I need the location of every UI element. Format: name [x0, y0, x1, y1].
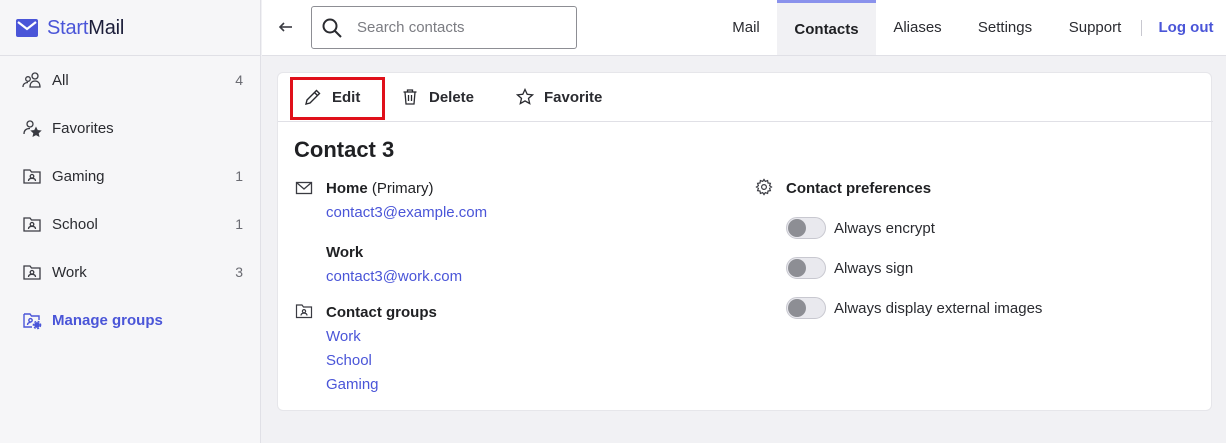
tab-label: Mail — [732, 19, 760, 36]
tab-contacts[interactable]: Contacts — [777, 0, 876, 55]
delete-label: Delete — [429, 88, 475, 106]
pref-always-display-external-images[interactable]: Always display external images — [786, 297, 1042, 319]
sidebar-item-count: 1 — [235, 168, 243, 184]
tab-settings[interactable]: Settings — [965, 0, 1045, 55]
sidebar-item-favorites[interactable]: Favorites — [0, 104, 261, 152]
email-link-home[interactable]: contact3@example.com — [326, 204, 487, 221]
envelope-logo-icon — [16, 19, 38, 37]
manage-groups-label: Manage groups — [52, 311, 163, 329]
manage-groups-gear-icon — [22, 310, 42, 330]
pref-always-encrypt[interactable]: Always encrypt — [786, 217, 935, 239]
sidebar-item-label: School — [52, 215, 98, 233]
logout-link[interactable]: Log out — [1150, 0, 1222, 55]
edit-button[interactable]: Edit — [304, 73, 360, 121]
sidebar-item-label: Work — [52, 263, 87, 281]
email-envelope-icon — [295, 181, 313, 195]
group-link-school[interactable]: School — [326, 352, 372, 369]
favorite-label: Favorite — [544, 88, 603, 106]
contact-toolbar: Edit Delete Favorite — [278, 73, 1213, 122]
tab-aliases[interactable]: Aliases — [879, 0, 956, 55]
sidebar-item-label: Gaming — [52, 167, 105, 185]
tab-label: Contacts — [794, 20, 859, 38]
group-link-gaming[interactable]: Gaming — [326, 376, 379, 393]
sidebar-item-count: 1 — [235, 216, 243, 232]
email-type-home: Home (Primary) — [326, 180, 434, 197]
edit-label: Edit — [332, 88, 361, 106]
sidebar-item-school[interactable]: School 1 — [0, 200, 261, 248]
group-link-work[interactable]: Work — [326, 328, 361, 345]
pencil-icon — [305, 89, 321, 105]
search-input[interactable] — [357, 19, 557, 36]
startmail-logo[interactable]: StartMail — [16, 14, 124, 42]
sidebar-item-label: Favorites — [52, 119, 114, 137]
pref-label: Always encrypt — [834, 219, 935, 237]
gear-icon — [755, 178, 773, 196]
search-box[interactable] — [311, 6, 577, 49]
delete-button[interactable]: Delete — [401, 73, 474, 121]
logout-label: Log out — [1158, 19, 1214, 36]
contact-preferences-title: Contact preferences — [786, 180, 932, 197]
pref-label: Always display external images — [834, 299, 1043, 317]
sidebar-item-label: All — [52, 71, 69, 89]
email-type-work: Work — [326, 244, 364, 261]
group-folder-icon — [295, 304, 313, 319]
manage-groups-link[interactable]: Manage groups — [0, 296, 261, 344]
tab-label: Aliases — [893, 19, 942, 36]
favorites-person-star-icon — [22, 118, 42, 138]
tab-mail[interactable]: Mail — [717, 0, 775, 55]
top-bar: Mail Contacts Aliases Settings Support L… — [262, 0, 1226, 56]
group-folder-icon — [22, 262, 42, 282]
tab-label: Support — [1068, 19, 1122, 36]
favorite-button[interactable]: Favorite — [516, 73, 602, 121]
back-arrow-icon[interactable] — [277, 18, 295, 36]
pref-always-sign[interactable]: Always sign — [786, 257, 913, 279]
pref-label: Always sign — [834, 259, 914, 277]
email-link-work[interactable]: contact3@work.com — [326, 268, 462, 285]
star-icon — [516, 88, 534, 105]
toggle-switch[interactable] — [786, 217, 826, 239]
group-folder-icon — [22, 166, 42, 186]
toggle-knob — [788, 259, 806, 277]
nav-separator — [1141, 20, 1142, 36]
toggle-knob — [788, 299, 806, 317]
sidebar-item-count: 4 — [235, 72, 243, 88]
sidebar: StartMail All 4 Favorites Gaming 1 Schoo… — [0, 0, 261, 443]
sidebar-item-count: 3 — [235, 264, 243, 280]
tab-support[interactable]: Support — [1057, 0, 1133, 55]
sidebar-nav: All 4 Favorites Gaming 1 School 1 Work 3… — [0, 56, 261, 344]
contact-name: Contact 3 — [294, 137, 395, 162]
search-icon — [322, 18, 342, 38]
sidebar-item-gaming[interactable]: Gaming 1 — [0, 152, 261, 200]
logo-text: StartMail — [47, 16, 125, 39]
trash-icon — [403, 89, 417, 105]
sidebar-item-all[interactable]: All 4 — [0, 56, 261, 104]
primary-note: (Primary) — [371, 180, 434, 197]
toggle-switch[interactable] — [786, 297, 826, 319]
contact-card: Edit Delete Favorite Contact 3 Home (Pri… — [277, 72, 1213, 411]
sidebar-item-work[interactable]: Work 3 — [0, 248, 261, 296]
contacts-all-icon — [22, 70, 42, 90]
toggle-knob — [788, 219, 806, 237]
toggle-switch[interactable] — [786, 257, 826, 279]
tab-label: Settings — [977, 19, 1033, 36]
contact-groups-title: Contact groups — [326, 304, 437, 321]
group-folder-icon — [22, 214, 42, 234]
